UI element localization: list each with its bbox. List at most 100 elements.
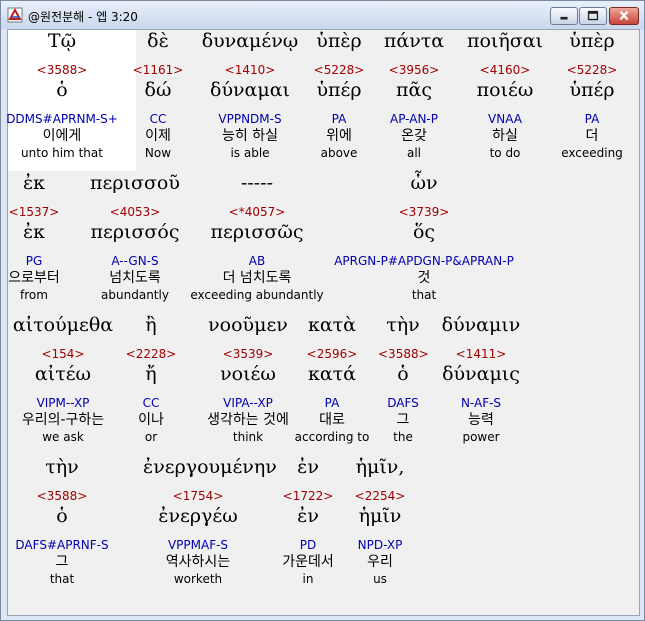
morphology-code: DDMS#APRNM-S+ — [6, 112, 118, 126]
morphology-code: VIPM--XP — [36, 396, 90, 410]
greek-word: ἡμῖν, — [355, 456, 405, 478]
morphology-code: AP-AN-P — [390, 112, 438, 126]
english-gloss: according to — [294, 430, 370, 444]
korean-gloss: 하실 — [492, 128, 518, 144]
minimize-button[interactable] — [550, 7, 578, 25]
korean-gloss: 가운데서 — [282, 554, 334, 570]
lemma: περισσός — [90, 221, 180, 243]
lemma: περισσῶς — [210, 221, 304, 243]
morphology-code: DAFS — [387, 396, 419, 410]
word-cell[interactable]: περισσοῦ <4053> περισσός A--GN-S 넘치도록 abundan… — [90, 174, 180, 303]
word-cell[interactable]: ὧν <3739> ὅς APRGN-P#APDGN-P&APRAN-P 것 that — [329, 174, 519, 303]
morphology-code: PA — [331, 112, 347, 126]
lemma: ὑπέρ — [316, 79, 362, 101]
korean-gloss: 그 — [396, 412, 410, 428]
greek-word: πάντα — [383, 30, 445, 52]
greek-word: ποιῆσαι — [466, 30, 543, 52]
word-cell[interactable]: αἰτούμεθα <154> αἰτέω VIPM--XP 우리의-구하는 we ask — [8, 316, 118, 445]
korean-gloss: 우리 — [367, 554, 393, 570]
lemma: ὁ — [397, 363, 409, 385]
english-gloss: the — [393, 430, 413, 444]
title-bar[interactable]: @원전분해 - 엡 3:20 — [1, 1, 644, 29]
lemma: δύναμις — [442, 363, 520, 385]
morphology-code: PD — [299, 538, 317, 552]
word-cell[interactable]: ἢ <2228> ἤ CC 이나 or — [121, 316, 181, 445]
window-title: @원전분해 - 엡 3:20 — [28, 10, 138, 24]
word-cell[interactable]: ἐν <1722> ἐν PD 가운데서 in — [268, 458, 348, 587]
english-gloss: or — [144, 430, 158, 444]
maximize-button[interactable] — [579, 7, 607, 25]
greek-word: ----- — [240, 172, 274, 194]
english-gloss: exceeding — [561, 146, 623, 160]
word-cell[interactable]: ὑπὲρ <5228> ὑπέρ PA 위에 above — [309, 32, 369, 161]
lemma: ὅς — [412, 221, 436, 243]
greek-word: Τῷ — [47, 30, 77, 52]
analysis-pane: Τῷ <3588> ὁ DDMS#APRNM-S+ 이에게 unto him that δὲ… — [4, 29, 640, 616]
word-cell[interactable]: δύναμιν <1411> δύναμις N-AF-S 능력 power — [441, 316, 521, 445]
english-gloss: power — [462, 430, 500, 444]
english-gloss: Now — [144, 146, 172, 160]
greek-word: ὑπὲρ — [569, 30, 615, 52]
lemma: ἐνεργέω — [158, 505, 238, 527]
english-gloss: all — [406, 146, 422, 160]
word-cell[interactable]: ἡμῖν, <2254> ἡμῖν NPD-XP 우리 us — [345, 458, 415, 587]
word-cell[interactable]: τὴν <3588> ὁ DAFS 그 the — [378, 316, 429, 445]
lemma: κατά — [307, 363, 357, 385]
korean-gloss: 우리의-구하는 — [21, 412, 105, 428]
lemma: ποιέω — [476, 79, 534, 101]
lemma: πᾶς — [396, 79, 432, 101]
word-cell[interactable]: ποιῆσαι <4160> ποιέω VNAA 하실 to do — [465, 32, 545, 161]
morphology-code: AB — [248, 254, 266, 268]
english-gloss: exceeding abundantly — [190, 288, 324, 302]
greek-word: ἐνεργουμένην — [143, 456, 277, 478]
greek-word: ἐν — [297, 456, 319, 478]
morphology-code: PA — [584, 112, 600, 126]
greek-word: δυναμένῳ — [201, 30, 299, 52]
word-cell[interactable]: ἐκ <1537> ἐκ PG 으로부터 from — [4, 174, 64, 303]
english-gloss: worketh — [173, 572, 223, 586]
word-cell[interactable]: Τῷ <3588> ὁ DDMS#APRNM-S+ 이에게 unto him that — [2, 32, 122, 161]
english-gloss: that — [411, 288, 437, 302]
word-cell[interactable]: τὴν <3588> ὁ DAFS#APRNF-S 그 that — [7, 458, 117, 587]
english-gloss: above — [320, 146, 358, 160]
word-cell[interactable]: δὲ <1161> δώ CC 이제 Now — [128, 32, 188, 161]
morphology-code: NPD-XP — [357, 538, 403, 552]
word-cell[interactable]: ὑπὲρ <5228> ὑπέρ PA 더 exceeding — [552, 32, 632, 161]
morphology-code: VNAA — [488, 112, 522, 126]
korean-gloss: 이나 — [138, 412, 164, 428]
english-gloss: we ask — [42, 430, 84, 444]
morphology-code: APRGN-P#APDGN-P&APRAN-P — [334, 254, 514, 268]
morphology-code: CC — [142, 396, 160, 410]
english-gloss: in — [302, 572, 314, 586]
word-cell[interactable]: κατὰ <2596> κατά PA 대로 according to — [287, 316, 377, 445]
app-window: @원전분해 - 엡 3:20 Τῷ <3588> ὁ DDMS#APRNM-S+ 이에게… — [0, 0, 645, 621]
lemma: δώ — [144, 79, 172, 101]
morphology-code: A--GN-S — [111, 254, 159, 268]
korean-gloss: 이에게 — [42, 128, 82, 144]
korean-gloss: 능력 — [468, 412, 494, 428]
word-cell[interactable]: δυναμένῳ <1410> δύναμαι VPPNDM-S 능히 하실 is abl… — [190, 32, 310, 161]
lemma: ἡμῖν — [358, 505, 402, 527]
korean-gloss: 대로 — [319, 412, 345, 428]
word-cell[interactable]: πάντα <3956> πᾶς AP-AN-P 온갖 all — [374, 32, 454, 161]
korean-gloss: 역사하시는 — [165, 554, 231, 570]
greek-word: κατὰ — [307, 314, 357, 336]
korean-gloss: 더 넘치도록 — [222, 270, 292, 286]
greek-word: ὧν — [410, 172, 438, 194]
korean-gloss: 더 — [585, 128, 599, 144]
greek-word: τὴν — [45, 456, 79, 478]
english-gloss: from — [20, 288, 48, 302]
greek-word: αἰτούμεθα — [12, 314, 114, 336]
word-cell[interactable]: ἐνεργουμένην <1754> ἐνεργέω VPPMAF-S 역사하시는 wo… — [143, 456, 277, 587]
korean-gloss: 온갖 — [401, 128, 427, 144]
greek-word: δύναμιν — [441, 314, 521, 336]
maximize-icon — [587, 10, 599, 21]
greek-word: δὲ — [147, 30, 169, 52]
word-cell[interactable]: ----- <*4057> περισσῶς AB 더 넘치도록 exceeding ab… — [187, 174, 327, 303]
lemma: ἤ — [145, 363, 157, 385]
close-button[interactable] — [609, 7, 639, 25]
morphology-code: CC — [149, 112, 167, 126]
english-gloss: that — [49, 572, 75, 586]
morphology-code: N-AF-S — [460, 396, 502, 410]
lemma: αἰτέω — [34, 363, 92, 385]
